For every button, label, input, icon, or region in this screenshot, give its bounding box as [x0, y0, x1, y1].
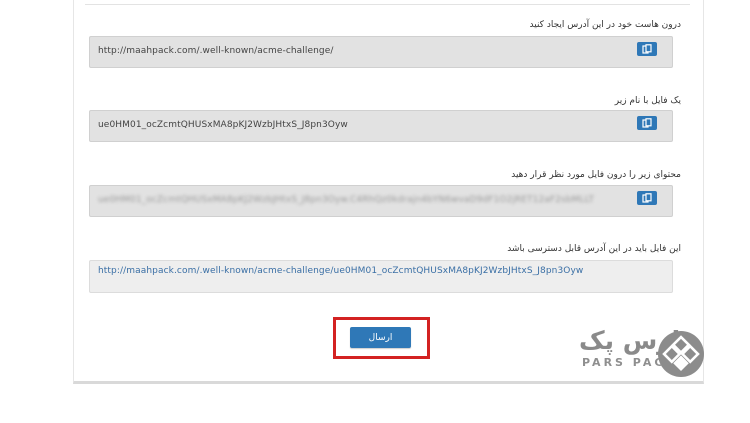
copy-button[interactable]	[637, 191, 657, 205]
step-2-field[interactable]: ue0HM01_ocZcmtQHUSxMA8pKJ2WzbJHtxS_J8pn3…	[89, 110, 673, 142]
submit-button[interactable]: ارسال	[350, 327, 411, 348]
step-3-value: ue0HM01_ocZcmtQHUSxMA8pKJ2WzbJHtxS_J8pn3…	[98, 195, 595, 205]
step-2-value: ue0HM01_ocZcmtQHUSxMA8pKJ2WzbJHtxS_J8pn3…	[98, 120, 348, 130]
step-4-label: این فایل باید در این آدرس قابل دسترسی با…	[507, 244, 681, 254]
copy-button[interactable]	[637, 42, 657, 56]
copy-icon	[642, 193, 652, 203]
step-2-label: یک فایل با نام زیر	[614, 96, 681, 106]
step-3-field[interactable]: ue0HM01_ocZcmtQHUSxMA8pKJ2WzbJHtxS_J8pn3…	[89, 185, 673, 217]
step-4-field[interactable]: http://maahpack.com/.well-known/acme-cha…	[89, 260, 673, 293]
copy-icon	[642, 118, 652, 128]
step-1-value: http://maahpack.com/.well-known/acme-cha…	[98, 46, 334, 56]
step-4-link[interactable]: http://maahpack.com/.well-known/acme-cha…	[98, 266, 583, 276]
copy-icon	[642, 44, 652, 54]
step-3-label: محتوای زیر را درون فایل مورد نظر قرار ده…	[511, 170, 681, 180]
parspack-logo-icon	[658, 331, 704, 377]
divider	[85, 4, 690, 5]
step-1-label: درون هاست خود در این آدرس ایجاد کنید	[529, 20, 681, 30]
step-1-field[interactable]: http://maahpack.com/.well-known/acme-cha…	[89, 36, 673, 68]
copy-button[interactable]	[637, 116, 657, 130]
